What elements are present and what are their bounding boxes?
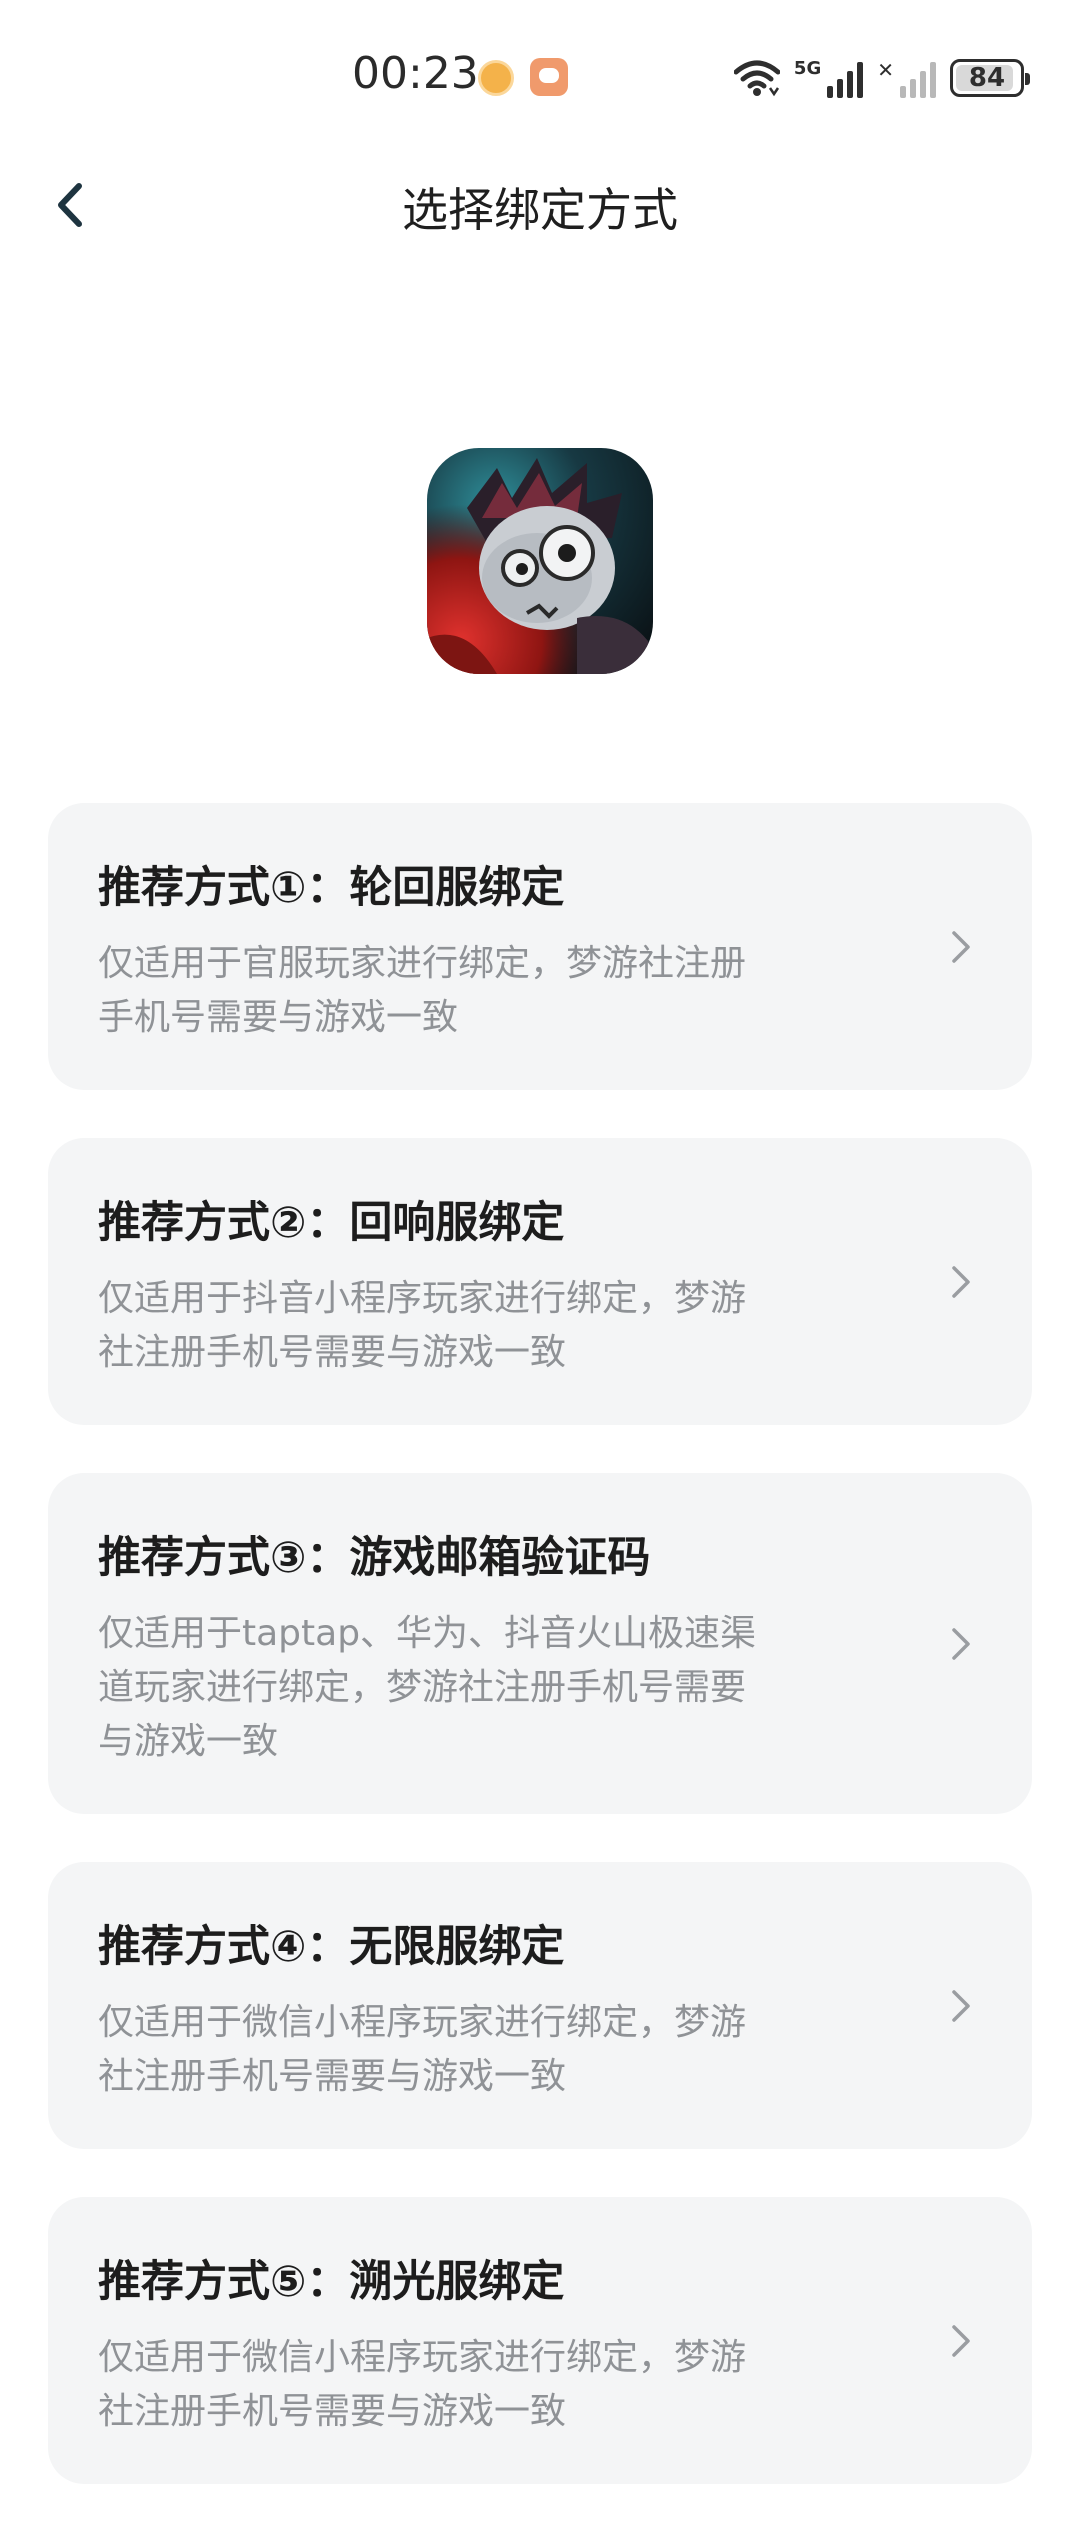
chevron-right-icon <box>952 931 970 963</box>
notification-app-icon <box>478 60 514 96</box>
chevron-right-icon <box>952 1628 970 1660</box>
cellular-signal-1-icon: 5G <box>793 58 864 98</box>
option-card-2[interactable]: 推荐方式②：回响服绑定 仅适用于抖音小程序玩家进行绑定，梦游 社注册手机号需要与… <box>48 1138 1032 1425</box>
option-description-line: 道玩家进行绑定，梦游社注册手机号需要 <box>98 1667 747 1708</box>
signal-bar <box>847 71 854 98</box>
nav-header: 选择绑定方式 <box>0 150 1080 260</box>
option-title: 推荐方式②：回响服绑定 <box>98 1198 565 1248</box>
status-bar: 00:23 5G ✕ 84 <box>0 0 1080 150</box>
option-description: 仅适用于微信小程序玩家进行绑定，梦游 社注册手机号需要与游戏一致 <box>98 1996 838 2104</box>
signal-bar <box>827 86 834 98</box>
chevron-right-icon <box>952 1266 970 1298</box>
option-description: 仅适用于抖音小程序玩家进行绑定，梦游 社注册手机号需要与游戏一致 <box>98 1272 838 1380</box>
option-description-line: 与游戏一致 <box>98 1721 279 1762</box>
battery-level: 84 <box>968 63 1006 93</box>
chevron-right-icon <box>952 2325 970 2357</box>
option-title: 推荐方式⑤：溯光服绑定 <box>98 2257 565 2307</box>
option-description-line: 仅适用于taptap、华为、抖音火山极速渠 <box>98 1613 757 1654</box>
status-time: 00:23 <box>352 48 479 99</box>
wifi-icon <box>733 60 780 97</box>
status-indicators: 5G ✕ 84 <box>733 54 1030 102</box>
option-card-4[interactable]: 推荐方式④：无限服绑定 仅适用于微信小程序玩家进行绑定，梦游 社注册手机号需要与… <box>48 1862 1032 2149</box>
signal-bar <box>837 79 844 98</box>
signal-bar <box>930 62 936 98</box>
option-title: 推荐方式①：轮回服绑定 <box>98 863 565 913</box>
signal-bar <box>910 79 916 98</box>
option-card-5[interactable]: 推荐方式⑤：溯光服绑定 仅适用于微信小程序玩家进行绑定，梦游 社注册手机号需要与… <box>48 2197 1032 2484</box>
option-title: 推荐方式④：无限服绑定 <box>98 1922 565 1972</box>
option-description-line: 社注册手机号需要与游戏一致 <box>98 1332 567 1373</box>
cellular-signal-2-icon: ✕ <box>877 58 936 98</box>
option-description-line: 仅适用于微信小程序玩家进行绑定，梦游 <box>98 2337 747 2378</box>
message-app-icon <box>530 58 568 96</box>
option-description-line: 社注册手机号需要与游戏一致 <box>98 2056 567 2097</box>
option-description-line: 仅适用于微信小程序玩家进行绑定，梦游 <box>98 2002 747 2043</box>
game-app-icon <box>427 448 653 674</box>
option-title: 推荐方式③：游戏邮箱验证码 <box>98 1533 651 1583</box>
option-description-line: 仅适用于抖音小程序玩家进行绑定，梦游 <box>98 1278 747 1319</box>
option-description: 仅适用于taptap、华为、抖音火山极速渠 道玩家进行绑定，梦游社注册手机号需要… <box>98 1607 838 1769</box>
option-card-1[interactable]: 推荐方式①：轮回服绑定 仅适用于官服玩家进行绑定，梦游社注册 手机号需要与游戏一… <box>48 803 1032 1090</box>
signal-bar <box>857 62 864 98</box>
option-description-line: 社注册手机号需要与游戏一致 <box>98 2391 567 2432</box>
battery-icon: 84 <box>950 59 1030 97</box>
option-description: 仅适用于官服玩家进行绑定，梦游社注册 手机号需要与游戏一致 <box>98 937 838 1045</box>
page-title: 选择绑定方式 <box>402 183 678 237</box>
chevron-right-icon <box>952 1990 970 2022</box>
option-card-3[interactable]: 推荐方式③：游戏邮箱验证码 仅适用于taptap、华为、抖音火山极速渠 道玩家进… <box>48 1473 1032 1814</box>
binding-options-list: 推荐方式①：轮回服绑定 仅适用于官服玩家进行绑定，梦游社注册 手机号需要与游戏一… <box>48 803 1032 2532</box>
option-description-line: 仅适用于官服玩家进行绑定，梦游社注册 <box>98 943 747 984</box>
option-description-line: 手机号需要与游戏一致 <box>98 997 459 1038</box>
no-signal-mark-icon: ✕ <box>877 58 894 82</box>
network-type-label: 5G <box>793 58 822 79</box>
signal-bar <box>900 86 906 98</box>
signal-bar <box>920 71 926 98</box>
option-description: 仅适用于微信小程序玩家进行绑定，梦游 社注册手机号需要与游戏一致 <box>98 2331 838 2439</box>
